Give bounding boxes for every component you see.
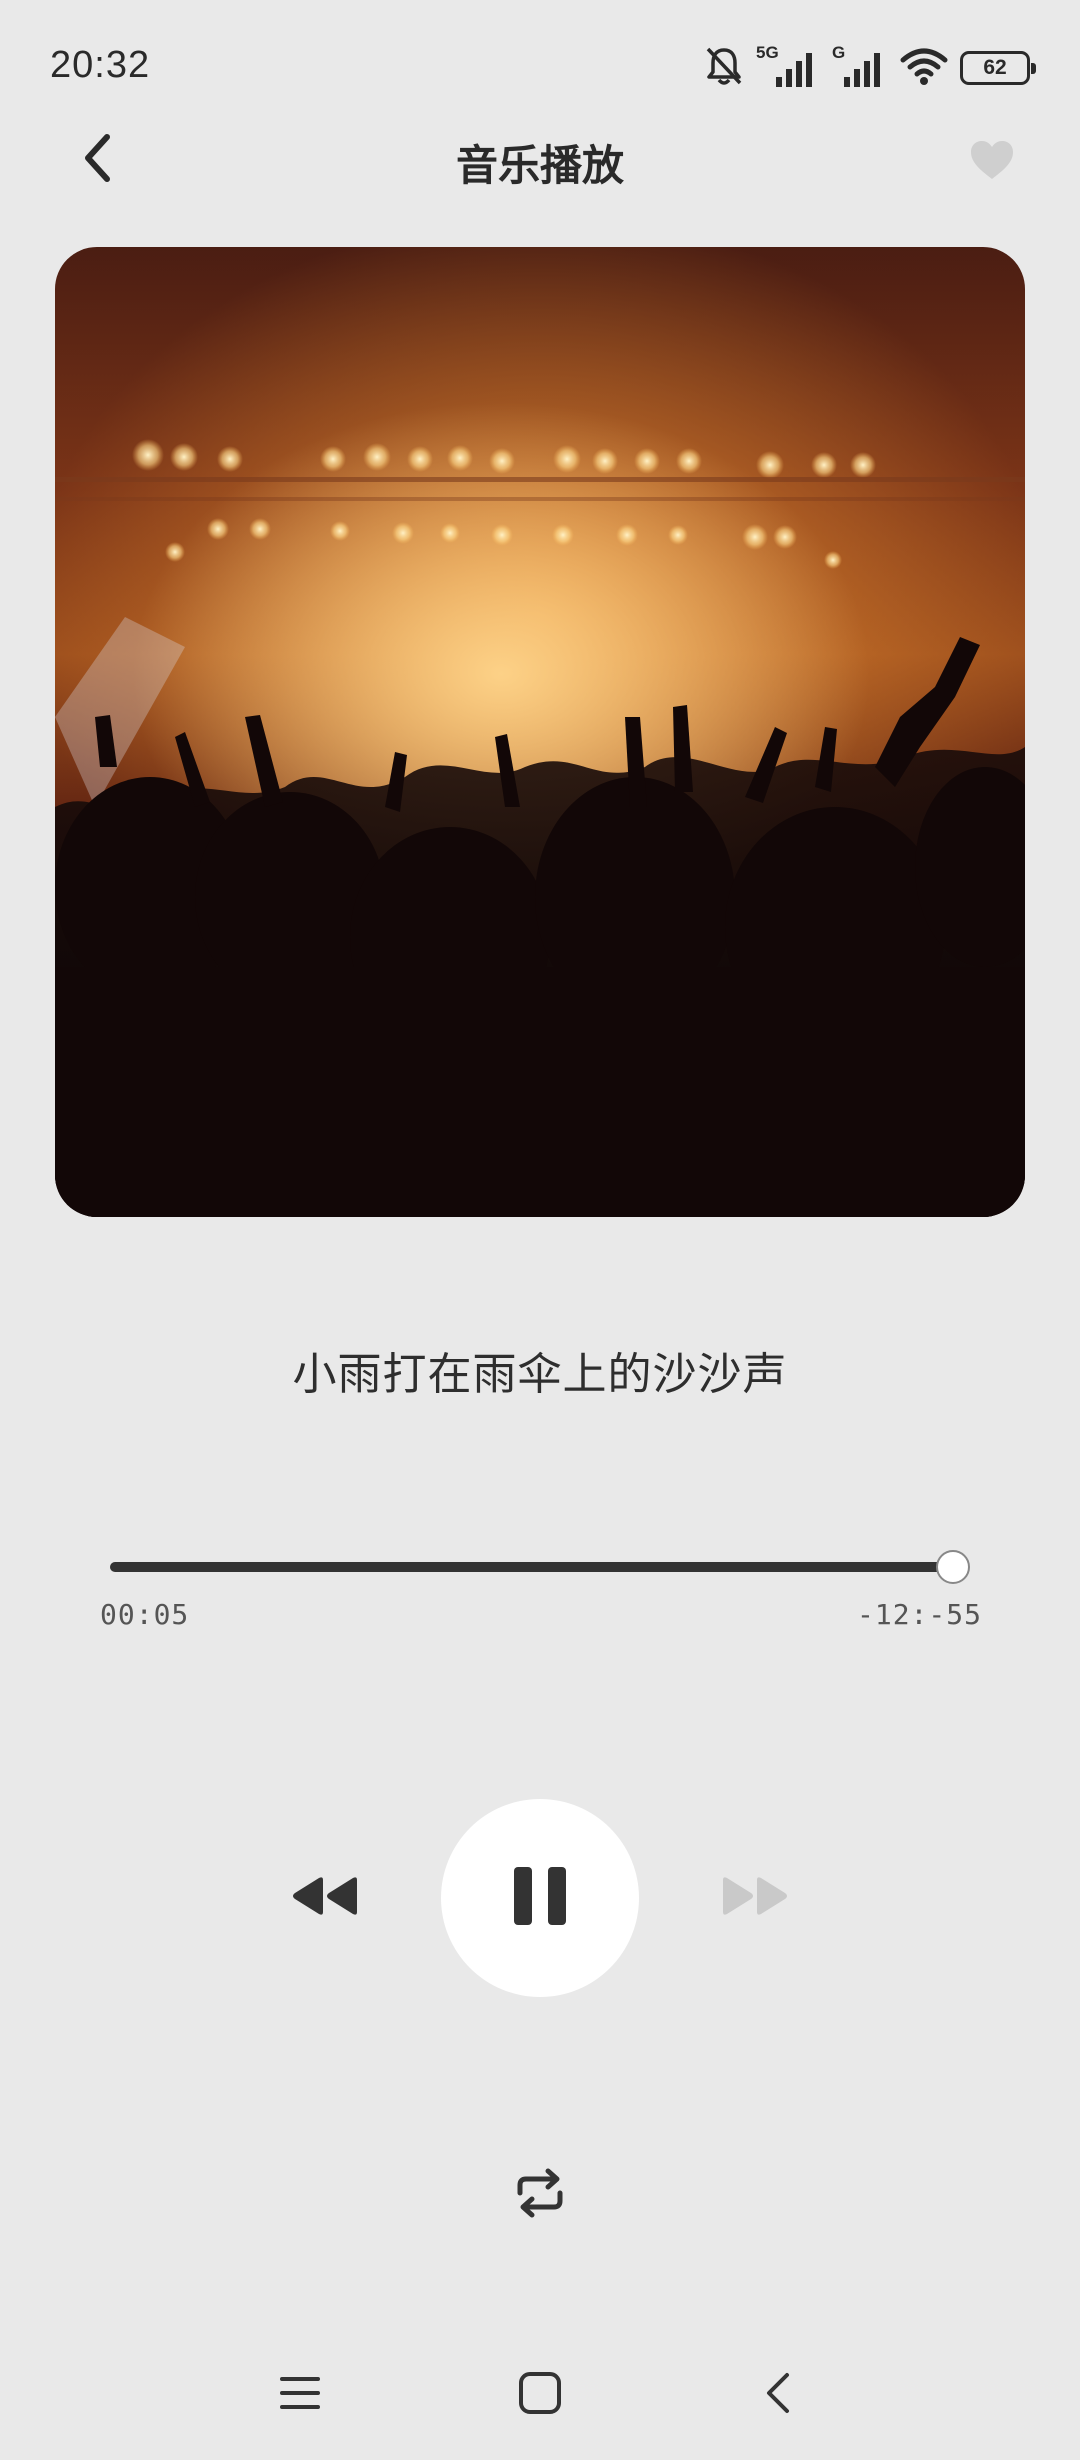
album-art: [55, 247, 1025, 1217]
fast-forward-icon: [719, 1874, 791, 1922]
home-icon: [518, 2371, 562, 2419]
signal-5g-icon: 5G: [756, 43, 818, 89]
next-button[interactable]: [715, 1865, 795, 1930]
repeat-icon: [514, 2167, 566, 2223]
time-elapsed: 00:05: [100, 1598, 190, 1631]
battery-icon: 62: [960, 51, 1036, 85]
music-player-screen: 20:32 5G G 62 音乐播放 小雨打在雨伞上的沙沙声 00:05 -12…: [0, 0, 1080, 2460]
progress-thumb[interactable]: [936, 1550, 970, 1584]
system-back-button[interactable]: [748, 2365, 808, 2425]
menu-icon: [278, 2373, 322, 2417]
previous-button[interactable]: [285, 1865, 365, 1930]
pause-button[interactable]: [441, 1799, 639, 1997]
favorite-button[interactable]: [962, 132, 1022, 192]
song-title: 小雨打在雨伞上的沙沙声: [292, 1349, 788, 1400]
heart-icon: [969, 139, 1015, 185]
header: 音乐播放: [0, 120, 1080, 200]
status-bar: 20:32 5G G 62: [0, 0, 1080, 140]
home-button[interactable]: [510, 2365, 570, 2425]
progress-fill: [110, 1562, 953, 1572]
recent-apps-button[interactable]: [270, 2365, 330, 2425]
system-navigation-bar: [0, 2350, 1080, 2440]
page-title: 音乐播放: [455, 141, 624, 190]
mute-bell-icon: [704, 45, 744, 91]
signal-g-icon: G: [830, 43, 888, 89]
repeat-button[interactable]: [505, 2160, 575, 2230]
status-icons: 5G G 62: [704, 43, 1036, 92]
progress-bar[interactable]: [110, 1550, 970, 1584]
time-remaining: -12:-55: [856, 1598, 982, 1631]
status-time: 20:32: [50, 44, 151, 86]
battery-level: 62: [983, 56, 1007, 79]
pause-icon: [512, 1865, 568, 1931]
stage-lights: [132, 439, 876, 569]
rewind-icon: [289, 1874, 361, 1922]
back-icon: [763, 2371, 793, 2419]
wifi-icon: [900, 46, 948, 90]
